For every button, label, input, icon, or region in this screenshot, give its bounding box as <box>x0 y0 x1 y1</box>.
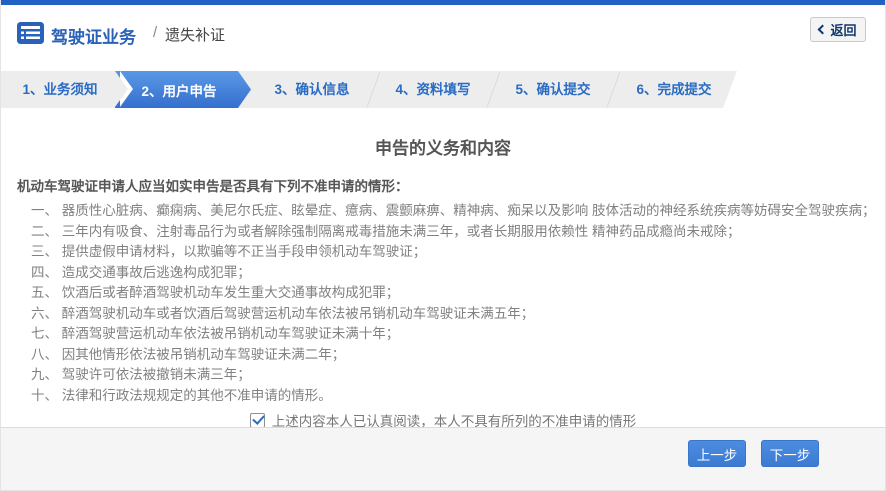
license-service-page: 驾驶证业务 / 遗失补证 返回 1、业务须知 2、用户申告 3、确认信息 4、资… <box>0 0 886 491</box>
tab-step-2-active[interactable]: 2、用户申告 <box>115 71 251 108</box>
license-card-icon <box>17 22 44 44</box>
agreement-checkbox[interactable] <box>249 412 265 428</box>
rule-item: 八、 因其他情形依法被吊销机动车驾驶证未满二年； <box>31 346 346 362</box>
rule-item: 十、 法律和行政法规规定的其他不准申请的情形。 <box>31 387 332 403</box>
header: 驾驶证业务 / 遗失补证 返回 <box>1 5 885 63</box>
step-arrow-icon <box>115 71 128 107</box>
tab-step-6[interactable]: 6、完成提交 <box>614 71 734 108</box>
rule-list: 一、 器质性心脏病、癫痫病、美尼尔氏症、眩晕症、癔病、震颤麻痹、精神病、痴呆以及… <box>31 201 876 406</box>
rule-item: 三、 提供虚假申请材料，以欺骗等不正当手段申领机动车驾驶证； <box>31 244 427 259</box>
tab-step-1[interactable]: 1、业务须知 <box>1 71 119 108</box>
rule-item: 一、 器质性心脏病、癫痫病、美尼尔氏症、眩晕症、癔病、震颤麻痹、精神病、痴呆以及… <box>31 203 876 218</box>
tab-step-4[interactable]: 4、资料填写 <box>374 71 492 108</box>
back-button-label: 返回 <box>830 23 857 38</box>
chevron-left-icon <box>818 24 828 35</box>
rule-item: 七、 醉酒驾驶营运机动车依法被吊销机动车驾驶证未满十年； <box>31 326 400 341</box>
declaration-intro: 机动车驾驶证申请人应当如实申告是否具有下列不准申请的情形： <box>17 179 409 194</box>
step-tabs: 1、业务须知 2、用户申告 3、确认信息 4、资料填写 5、确认提交 6、完成提… <box>1 71 885 108</box>
footer-action-bar: 上一步 下一步 <box>1 427 885 490</box>
page-section-title: 驾驶证业务 <box>51 28 136 47</box>
rule-item: 九、 驾驶许可依法被撤销未满三年； <box>31 367 251 382</box>
rule-item: 四、 造成交通事故后逃逸构成犯罪； <box>31 264 251 280</box>
rule-item: 二、 三年内有吸食、注射毒品行为或者解除强制隔离戒毒措施未满三年，或者长期服用依… <box>31 223 741 239</box>
breadcrumb-divider: / <box>153 24 158 41</box>
next-step-button[interactable]: 下一步 <box>761 440 819 467</box>
previous-step-button[interactable]: 上一步 <box>688 440 746 467</box>
rule-item: 六、 醉酒驾驶机动车或者饮酒后驾驶营运机动车依法被吊销机动车驾驶证未满五年； <box>31 305 535 321</box>
content-title: 申告的义务和内容 <box>375 139 511 158</box>
tab-step-3[interactable]: 3、确认信息 <box>253 71 371 108</box>
back-button[interactable]: 返回 <box>810 17 866 42</box>
rule-item: 五、 饮酒后或者醉酒驾驶机动车发生重大交通事故构成犯罪； <box>31 285 400 300</box>
tab-step-5[interactable]: 5、确认提交 <box>494 71 612 108</box>
declaration-content: 申告的义务和内容 机动车驾驶证申请人应当如实申告是否具有下列不准申请的情形： 一… <box>1 134 885 430</box>
breadcrumb: 遗失补证 <box>165 27 226 44</box>
